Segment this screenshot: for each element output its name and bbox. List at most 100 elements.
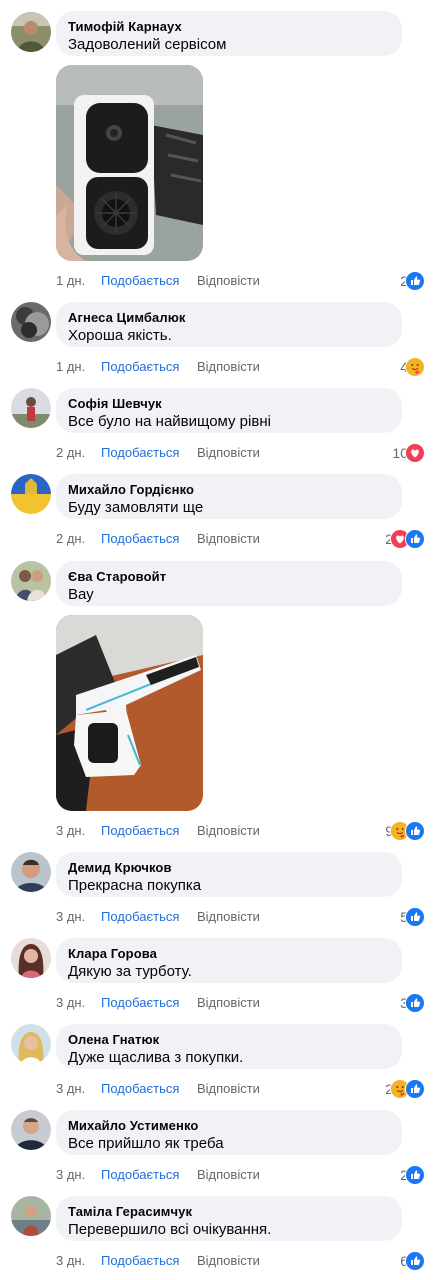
like-link[interactable]: Подобається — [101, 272, 179, 290]
reactions-summary[interactable]: 2 — [385, 529, 425, 549]
comment-bubble: Олена Гнатюк Дуже щаслива з покупки. — [56, 1024, 402, 1069]
like-icon — [405, 907, 425, 927]
reactions-summary[interactable]: 5 — [400, 907, 425, 927]
like-icon — [405, 821, 425, 841]
like-icon — [405, 993, 425, 1013]
comment-time[interactable]: 2 дн. — [56, 444, 85, 462]
comment-actions: 2 дн. Подобається Відповісти 10 — [56, 443, 426, 463]
comment-text: Вау — [68, 586, 94, 603]
comment-text: Задоволений сервісом — [68, 36, 227, 53]
comment-actions: 1 дн. Подобається Відповісти 4 — [56, 357, 426, 377]
like-link[interactable]: Подобається — [101, 1252, 179, 1270]
comment-time[interactable]: 3 дн. — [56, 908, 85, 926]
reply-link[interactable]: Відповісти — [197, 908, 260, 926]
like-link[interactable]: Подобається — [101, 1166, 179, 1184]
reply-link[interactable]: Відповісти — [197, 1080, 260, 1098]
like-icon — [405, 1251, 425, 1271]
avatar[interactable] — [11, 1110, 51, 1150]
avatar[interactable] — [11, 474, 51, 514]
comment-author[interactable]: Тимофій Карнаух — [68, 18, 390, 35]
comment-time[interactable]: 3 дн. — [56, 822, 85, 840]
comment-time[interactable]: 3 дн. — [56, 1252, 85, 1270]
comment-author[interactable]: Михайло Гордієнко — [68, 481, 390, 498]
like-icon — [405, 1165, 425, 1185]
comment-bubble: Софія Шевчук Все було на найвищому рівні — [56, 388, 402, 433]
comment-author[interactable]: Таміла Герасимчук — [68, 1203, 390, 1220]
reply-link[interactable]: Відповісти — [197, 1166, 260, 1184]
reactions-summary[interactable]: 2 — [400, 1165, 425, 1185]
reply-link[interactable]: Відповісти — [197, 1252, 260, 1270]
reactions-summary[interactable]: 4 — [400, 357, 425, 377]
like-link[interactable]: Подобається — [101, 994, 179, 1012]
comment-author[interactable]: Софія Шевчук — [68, 395, 390, 412]
comment-actions: 3 дн. Подобається Відповісти 2 — [56, 1079, 426, 1099]
comment-author[interactable]: Клара Горова — [68, 945, 390, 962]
comment-time[interactable]: 1 дн. — [56, 272, 85, 290]
comment-actions: 3 дн. Подобається Відповісти 3 — [56, 993, 426, 1013]
comment-time[interactable]: 3 дн. — [56, 1166, 85, 1184]
avatar[interactable] — [11, 1024, 51, 1064]
avatar[interactable] — [11, 1196, 51, 1236]
comment-time[interactable]: 1 дн. — [56, 358, 85, 376]
comment-text: Хороша якість. — [68, 327, 172, 344]
comment-actions: 3 дн. Подобається Відповісти 9 — [56, 821, 426, 841]
avatar[interactable] — [11, 388, 51, 428]
comment-text: Все прийшло як треба — [68, 1135, 224, 1152]
comment-text: Перевершило всі очікування. — [68, 1221, 272, 1238]
comment-text: Дуже щаслива з покупки. — [68, 1049, 244, 1066]
like-icon — [405, 1079, 425, 1099]
like-link[interactable]: Подобається — [101, 908, 179, 926]
comment-bubble: Михайло Устименко Все прийшло як треба — [56, 1110, 402, 1155]
avatar[interactable] — [11, 302, 51, 342]
comment-author[interactable]: Демид Крючков — [68, 859, 390, 876]
avatar[interactable] — [11, 12, 51, 52]
comment-bubble: Агнеса Цимбалюк Хороша якість. — [56, 302, 402, 347]
comment-photo[interactable] — [56, 65, 203, 261]
comment-time[interactable]: 2 дн. — [56, 530, 85, 548]
reply-link[interactable]: Відповісти — [197, 530, 260, 548]
love-icon — [405, 443, 425, 463]
like-link[interactable]: Подобається — [101, 358, 179, 376]
reactions-summary[interactable]: 9 — [385, 821, 425, 841]
comment-actions: 2 дн. Подобається Відповісти 2 — [56, 529, 426, 549]
care-icon — [405, 357, 425, 377]
comment-text: Все було на найвищому рівні — [68, 413, 271, 430]
comment-bubble: Таміла Герасимчук Перевершило всі очікув… — [56, 1196, 402, 1241]
reply-link[interactable]: Відповісти — [197, 444, 260, 462]
like-link[interactable]: Подобається — [101, 822, 179, 840]
reactions-summary[interactable]: 10 — [392, 443, 425, 463]
comment-actions: 3 дн. Подобається Відповісти 5 — [56, 907, 426, 927]
reactions-summary[interactable]: 3 — [400, 993, 425, 1013]
reply-link[interactable]: Відповісти — [197, 358, 260, 376]
comment-author[interactable]: Єва Старовойт — [68, 568, 390, 585]
like-link[interactable]: Подобається — [101, 530, 179, 548]
comment-text: Буду замовляти ще — [68, 499, 204, 516]
comment-actions: 1 дн. Подобається Відповісти 2 — [56, 271, 426, 291]
reply-link[interactable]: Відповісти — [197, 822, 260, 840]
avatar[interactable] — [11, 852, 51, 892]
comment-time[interactable]: 3 дн. — [56, 994, 85, 1012]
comment-photo[interactable] — [56, 615, 203, 811]
reply-link[interactable]: Відповісти — [197, 272, 260, 290]
avatar[interactable] — [11, 561, 51, 601]
comment-author[interactable]: Михайло Устименко — [68, 1117, 390, 1134]
comment-bubble: Тимофій Карнаух Задоволений сервісом — [56, 11, 402, 56]
like-link[interactable]: Подобається — [101, 444, 179, 462]
avatar[interactable] — [11, 938, 51, 978]
comment-bubble: Демид Крючков Прекрасна покупка — [56, 852, 402, 897]
reactions-summary[interactable]: 2 — [385, 1079, 425, 1099]
comment-actions: 3 дн. Подобається Відповісти 2 — [56, 1165, 426, 1185]
comment-author[interactable]: Олена Гнатюк — [68, 1031, 390, 1048]
comment-text: Дякую за турботу. — [68, 963, 192, 980]
reactions-summary[interactable]: 6 — [400, 1251, 425, 1271]
comment-time[interactable]: 3 дн. — [56, 1080, 85, 1098]
comment-text: Прекрасна покупка — [68, 877, 202, 894]
comment-bubble: Єва Старовойт Вау — [56, 561, 402, 606]
comment-author[interactable]: Агнеса Цимбалюк — [68, 309, 390, 326]
reactions-summary[interactable]: 2 — [400, 271, 425, 291]
comment-bubble: Клара Горова Дякую за турботу. — [56, 938, 402, 983]
comment-actions: 3 дн. Подобається Відповісти 6 — [56, 1251, 426, 1271]
like-link[interactable]: Подобається — [101, 1080, 179, 1098]
like-icon — [405, 271, 425, 291]
reply-link[interactable]: Відповісти — [197, 994, 260, 1012]
